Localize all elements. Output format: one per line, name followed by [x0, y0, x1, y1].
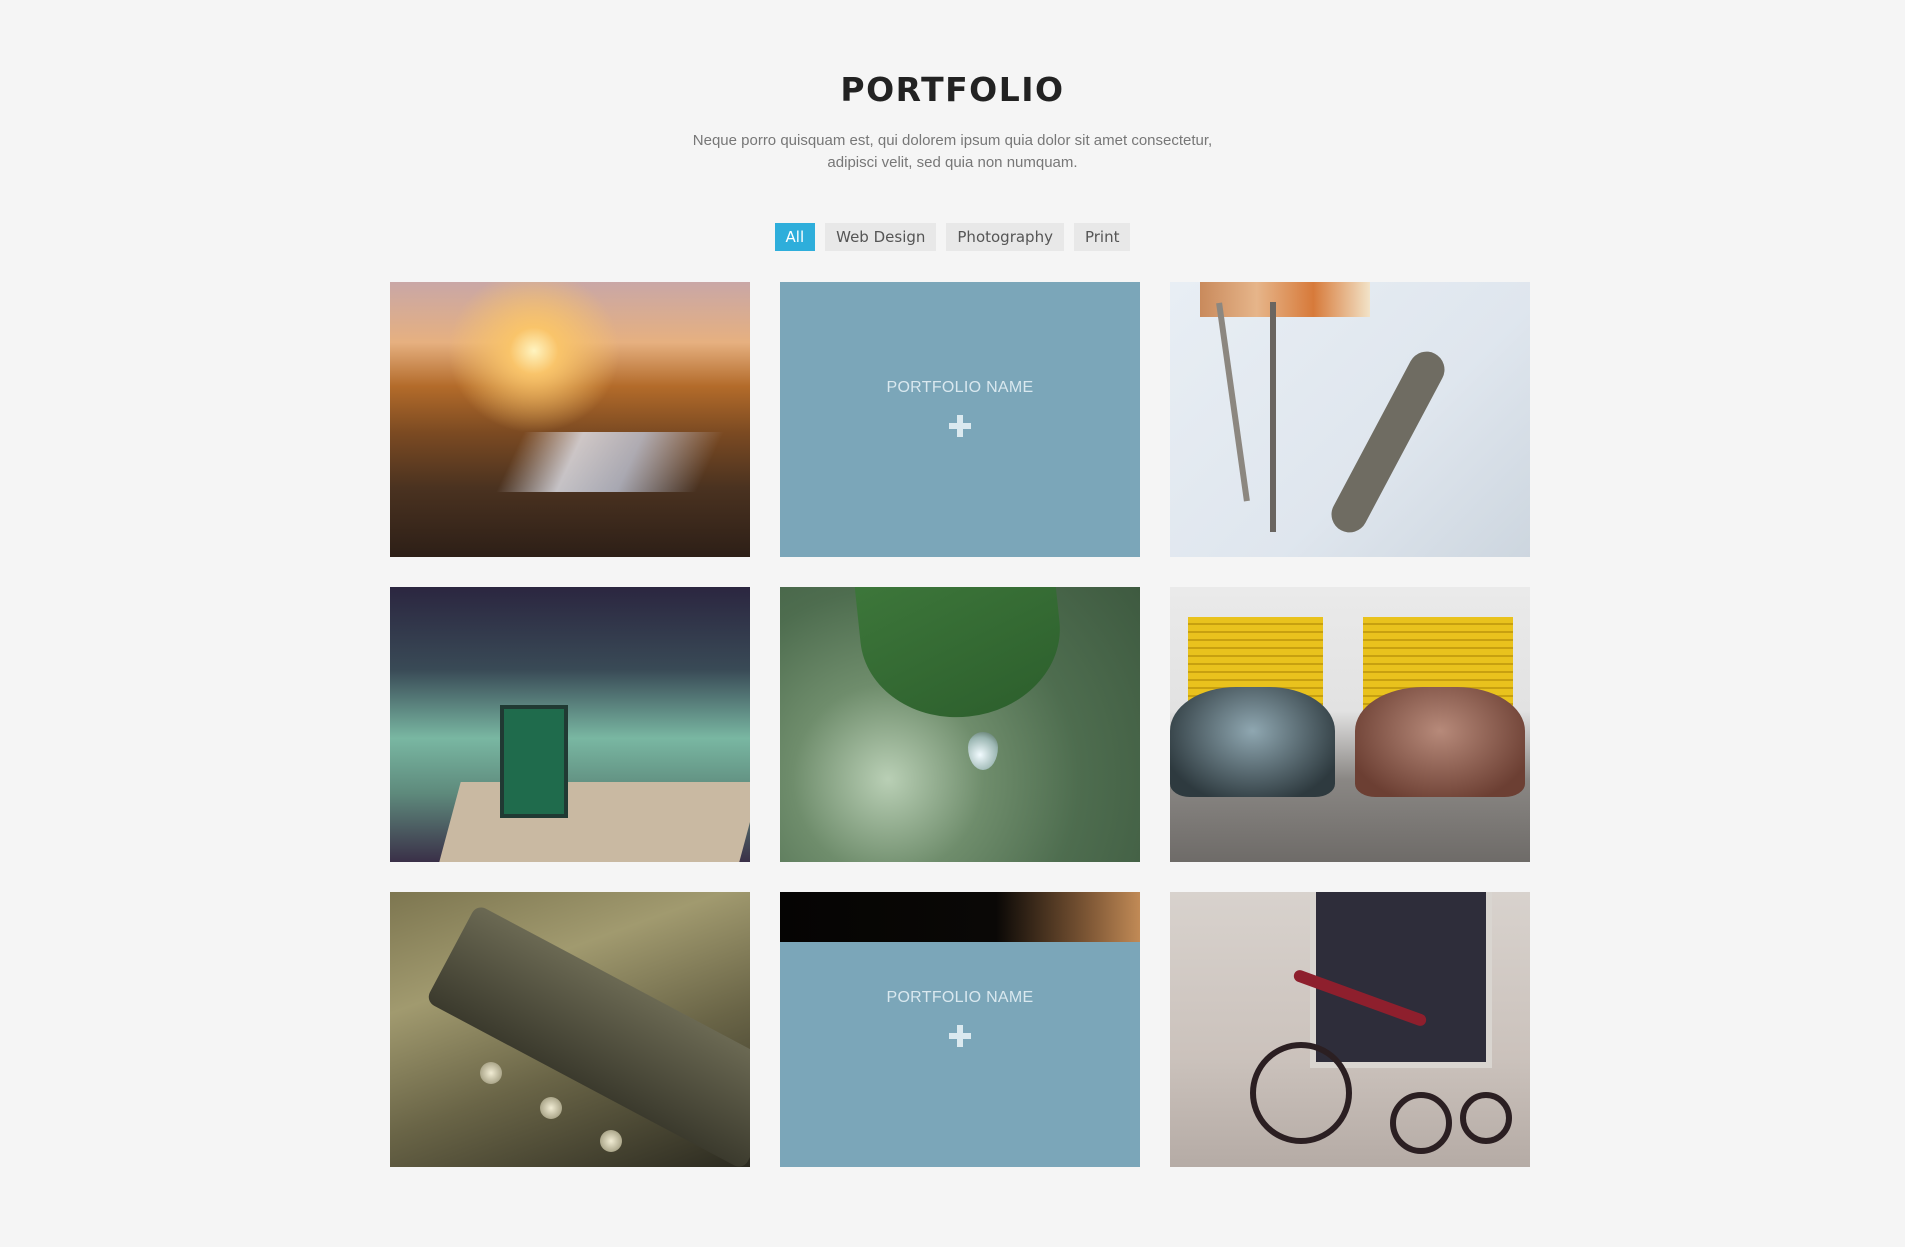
portfolio-name: PORTFOLIO NAME — [886, 378, 1034, 396]
portfolio-item-leaf[interactable] — [780, 587, 1140, 862]
portfolio-hover-overlay: PORTFOLIO NAME — [780, 282, 1140, 557]
filter-photography[interactable]: Photography — [946, 223, 1064, 251]
image-peek-strip — [780, 892, 1140, 942]
filter-web-design[interactable]: Web Design — [825, 223, 937, 251]
guitar-headstock-image — [390, 892, 750, 1167]
portfolio-item-tricycle[interactable] — [1170, 892, 1530, 1167]
portfolio-item-cars[interactable] — [1170, 587, 1530, 862]
leaf-water-drop-image — [780, 587, 1140, 862]
skateboard-image — [1170, 282, 1530, 557]
filter-bar: All Web Design Photography Print — [0, 223, 1905, 251]
red-tricycle-image — [1170, 892, 1530, 1167]
portfolio-item-cafe[interactable] — [390, 587, 750, 862]
cafe-chalkboard-image — [390, 587, 750, 862]
section-title: PORTFOLIO — [840, 70, 1065, 109]
vintage-cars-image — [1170, 587, 1530, 862]
portfolio-item-overlay-2[interactable]: PORTFOLIO NAME — [780, 892, 1140, 1167]
portfolio-item-overlay[interactable]: PORTFOLIO NAME — [780, 282, 1140, 557]
plus-icon[interactable] — [949, 414, 971, 437]
portfolio-name: PORTFOLIO NAME — [886, 988, 1034, 1006]
portfolio-grid: PORTFOLIO NAME PORTFOLIO NAME — [390, 282, 1530, 1167]
plus-icon[interactable] — [949, 1024, 971, 1047]
portfolio-item-guitar[interactable] — [390, 892, 750, 1167]
filter-print[interactable]: Print — [1073, 223, 1131, 251]
sunset-field-image — [390, 282, 750, 557]
section-subtitle: Neque porro quisquam est, qui dolorem ip… — [692, 132, 1213, 171]
portfolio-item-skateboard[interactable] — [1170, 282, 1530, 557]
filter-all[interactable]: All — [774, 223, 816, 251]
portfolio-item-sunset[interactable] — [390, 282, 750, 557]
